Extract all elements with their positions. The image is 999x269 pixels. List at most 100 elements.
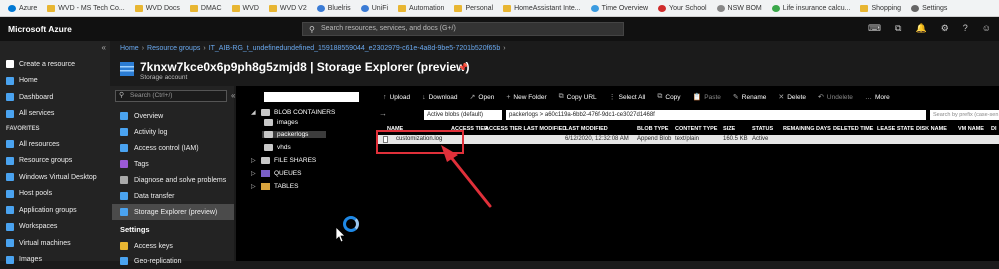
undelete-button[interactable]: ↶ Undelete <box>818 93 853 102</box>
collapse-nav-icon[interactable]: « <box>102 43 106 52</box>
column-header[interactable]: DI <box>991 126 997 132</box>
column-header[interactable]: CONTENT TYPE <box>675 126 717 132</box>
collapse-menu-icon[interactable]: « <box>231 91 235 100</box>
notifications-icon[interactable]: 🔔 <box>915 23 926 34</box>
pin-icon[interactable]: 📌 <box>458 63 468 72</box>
open-button[interactable]: ↗ Open <box>470 93 495 102</box>
download-button[interactable]: ↓ Download <box>422 94 457 101</box>
column-header[interactable]: DELETED TIME <box>833 126 873 132</box>
prefix-filter-input[interactable]: Search by prefix (case-sen <box>930 110 999 120</box>
bookmark-item[interactable]: WVD Docs <box>131 4 184 12</box>
tree-node-queues[interactable]: ▷ QUEUES <box>251 170 301 177</box>
bookmark-item[interactable]: Bluelris <box>313 4 355 12</box>
bookmark-item[interactable]: WVD <box>228 4 263 12</box>
help-icon[interactable]: ? <box>963 23 968 34</box>
column-header[interactable]: SIZE <box>723 126 735 132</box>
bookmark-item[interactable]: WVD V2 <box>265 4 311 12</box>
nav-item[interactable]: Windows Virtual Desktop <box>0 169 110 186</box>
cloud-shell-icon[interactable]: ⌨ <box>868 23 881 34</box>
nav-item[interactable]: Create a resource <box>0 56 110 73</box>
bookmark-item[interactable]: Shopping <box>856 4 905 12</box>
column-header[interactable]: REMAINING DAYS <box>783 126 831 132</box>
resource-menu-item[interactable]: Data transfer <box>112 188 234 204</box>
tree-node-tables[interactable]: ▷ TABLES <box>251 183 298 190</box>
column-header[interactable]: ACCESS TIER LAST MODIFIED <box>485 126 566 132</box>
bookmark-item[interactable]: Time Overview <box>587 4 652 12</box>
view-select[interactable]: Active blobs (default) <box>424 110 502 120</box>
column-header[interactable]: VM NAME <box>958 126 984 132</box>
rename-button[interactable]: ✎ Rename <box>733 93 766 102</box>
bookmark-item[interactable]: Azure <box>4 4 41 12</box>
tree-node-file-shares[interactable]: ▷ FILE SHARES <box>251 157 316 164</box>
more-button[interactable]: … More <box>865 94 890 101</box>
nav-item[interactable]: Application groups <box>0 202 110 219</box>
nav-item-label: Application groups <box>19 206 77 214</box>
tree-node-packerlogs[interactable]: packerlogs <box>262 131 327 138</box>
resource-menu-item[interactable]: Activity log <box>112 124 234 140</box>
toolbar-label: New Folder <box>513 93 547 101</box>
bookmark-item[interactable]: Your School <box>654 4 711 12</box>
bookmark-item[interactable]: Automation <box>394 4 448 12</box>
column-header[interactable]: LAST MODIFIED <box>565 126 608 132</box>
breadcrumb-link[interactable]: Resource groups <box>147 45 200 52</box>
nav-item[interactable]: Host pools <box>0 186 110 203</box>
bookmark-item[interactable]: WVD - MS Tech Co... <box>43 4 128 12</box>
resource-menu-item[interactable]: Tags <box>112 156 234 172</box>
resource-menu-item[interactable]: Geo-replication <box>112 253 234 269</box>
new-folder-button[interactable]: + New Folder <box>506 94 546 101</box>
column-header[interactable]: DISK NAME <box>916 126 947 132</box>
bookmark-label: WVD <box>242 4 259 12</box>
breadcrumb-link[interactable]: IT_AIB-RG_t_undefinedundefined_159188559… <box>209 45 501 52</box>
column-header[interactable]: BLOB TYPE <box>637 126 668 132</box>
resource-menu-item[interactable]: Storage Explorer (preview) <box>112 204 234 220</box>
paste-button[interactable]: 📋 Paste <box>693 93 721 102</box>
resource-menu-item[interactable]: Access keys <box>112 238 234 254</box>
upload-button[interactable]: ↑ Upload <box>383 94 410 101</box>
path-input[interactable]: packerlogs > a60c119a-6bb2-476f-9dc1-ce3… <box>506 110 926 120</box>
nav-item[interactable]: Workspaces <box>0 219 110 236</box>
copy-button[interactable]: ⧉ Copy <box>657 93 680 101</box>
tree-node-vhds[interactable]: vhds <box>264 144 291 151</box>
image-icon <box>6 255 14 264</box>
feedback-icon[interactable]: ☺ <box>982 23 991 34</box>
settings-icon[interactable]: ⚙ <box>941 23 949 34</box>
tree-node-blob-containers[interactable]: ◢ BLOB CONTAINERS <box>251 109 335 116</box>
brand-title[interactable]: Microsoft Azure <box>0 24 300 34</box>
nav-item[interactable]: Images <box>0 252 110 269</box>
select-all-button[interactable]: ⋮ Select All <box>609 93 646 102</box>
delete-button[interactable]: ✕ Delete <box>778 93 806 102</box>
bookmark-item[interactable]: Settings <box>907 4 951 12</box>
table-row[interactable]: customization.log 6/12/2020, 12:32:08 AM A… <box>378 135 999 144</box>
bookmark-item[interactable]: Personal <box>450 4 497 12</box>
navigate-up-icon[interactable]: → <box>379 109 387 118</box>
column-header[interactable]: STATUS <box>752 126 773 132</box>
resource-menu-item[interactable]: Overview <box>112 108 234 124</box>
tree-node-images[interactable]: images <box>264 119 298 126</box>
directory-filter-icon[interactable]: ⧉ <box>895 23 901 34</box>
column-header[interactable]: LEASE STATE <box>877 126 914 132</box>
nav-item[interactable]: All resources <box>0 136 110 153</box>
nav-item[interactable]: All services <box>0 106 110 123</box>
resource-menu-item[interactable]: Access control (IAM) <box>112 140 234 156</box>
copy-url-button[interactable]: ⧉ Copy URL <box>559 93 597 101</box>
resource-menu-item[interactable]: Diagnose and solve problems <box>112 172 234 188</box>
toolbar-label: Open <box>478 93 495 101</box>
bookmark-item[interactable]: Life insurance calcu... <box>768 4 855 12</box>
mouse-cursor-icon <box>336 227 346 243</box>
bookmark-item[interactable]: DMAC <box>186 4 226 12</box>
global-search-input[interactable]: ⚲ Search resources, services, and docs (… <box>302 22 624 36</box>
bookmark-item[interactable]: HomeAssistant Inte... <box>499 4 585 12</box>
bookmark-item[interactable]: UniFi <box>357 4 392 12</box>
nav-item[interactable]: Home <box>0 73 110 90</box>
breadcrumb-link[interactable]: Home <box>120 45 139 52</box>
tree-search-input[interactable] <box>264 92 359 102</box>
download-icon: ↓ <box>422 93 426 101</box>
bookmark-item[interactable]: NSW BOM <box>713 4 766 12</box>
activity-log-icon <box>120 128 128 136</box>
nav-item[interactable]: Resource groups <box>0 153 110 170</box>
nav-item-label: All resources <box>19 140 60 148</box>
resource-menu-search[interactable]: ⚲ Search (Ctrl+/) <box>115 90 227 102</box>
resource-menu-label: Overview <box>134 112 164 120</box>
nav-item[interactable]: Dashboard <box>0 89 110 106</box>
nav-item[interactable]: Virtual machines <box>0 235 110 252</box>
